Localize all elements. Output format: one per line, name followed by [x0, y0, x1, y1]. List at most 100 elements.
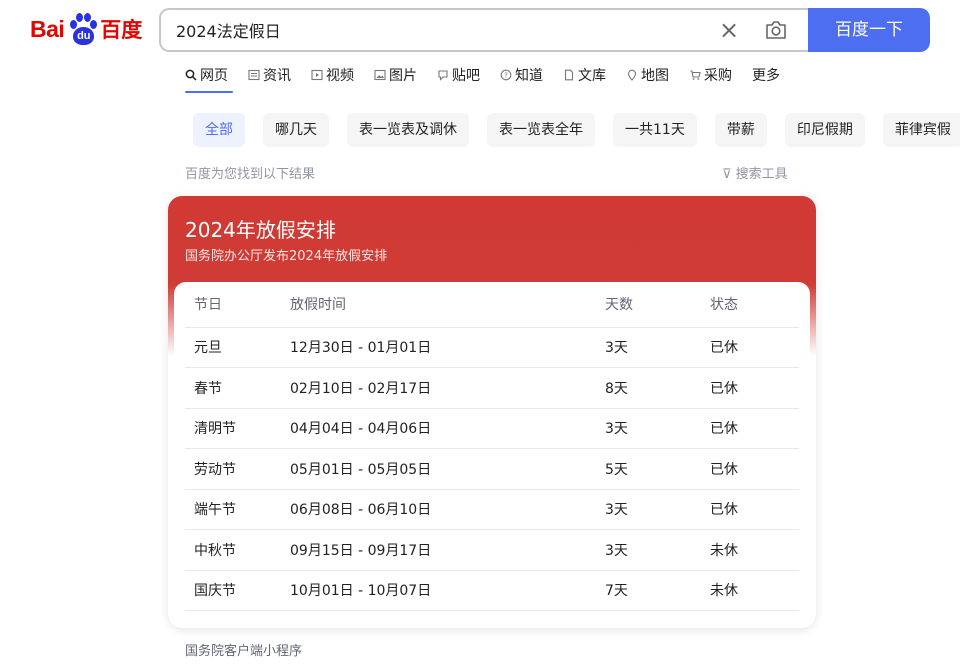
search-button[interactable]: 百度一下 [808, 8, 930, 52]
holiday-status: 未休 [710, 529, 799, 571]
table-row[interactable]: 劳动节 05月01日 - 05月05日 5天 已休 [185, 448, 799, 490]
camera-icon[interactable] [765, 20, 787, 40]
holiday-card: 2024年放假安排 国务院办公厅发布2024年放假安排 节日 放假时间 天数 状… [168, 196, 816, 628]
active-tab-underline [185, 91, 233, 93]
header-holiday: 节日 [185, 282, 290, 328]
holiday-table-wrap: 节日 放假时间 天数 状态 元旦 12月30日 - 01月01日 3天 已休 春节 02月… [174, 282, 810, 622]
tab-label: 知道 [515, 68, 543, 84]
table-row[interactable]: 端午节 06月08日 - 06月10日 3天 已休 [185, 489, 799, 530]
holiday-dates: 02月10日 - 02月17日 [290, 367, 605, 409]
table-header-row: 节日 放假时间 天数 状态 [185, 282, 799, 328]
tab-label: 地图 [641, 68, 669, 84]
news-icon [248, 69, 260, 81]
table-row[interactable]: 国庆节 10月01日 - 10月07日 7天 未休 [185, 570, 799, 611]
holiday-dates: 12月30日 - 01月01日 [290, 327, 605, 368]
search-icon [185, 69, 197, 81]
holiday-name: 中秋节 [185, 529, 290, 571]
tab-9[interactable]: 更多 [752, 64, 780, 86]
tieba-icon [437, 69, 449, 81]
video-icon [311, 69, 323, 81]
filter-chip[interactable]: 表一览表及调休 [347, 113, 469, 147]
source-label[interactable]: 国务院客户端小程序 [185, 640, 302, 659]
holiday-status: 已休 [710, 448, 799, 490]
tab-label: 贴吧 [452, 68, 480, 84]
holiday-status: 已休 [710, 489, 799, 530]
holiday-dates: 06月08日 - 06月10日 [290, 489, 605, 530]
holiday-days: 3天 [605, 529, 710, 571]
tab-label: 资讯 [263, 68, 291, 84]
tab-label: 采购 [704, 68, 732, 84]
header-days: 天数 [605, 282, 710, 328]
clear-icon[interactable]: × [717, 17, 741, 43]
tab-label: 图片 [389, 68, 417, 84]
search-tools-button[interactable]: ⊽ 搜索工具 [722, 163, 788, 182]
holiday-days: 8天 [605, 367, 710, 409]
filter-chips: 全部 哪几天 表一览表及调休 表一览表全年 一共11天 带薪 印尼假期 菲律宾假 [193, 113, 960, 147]
filter-chip[interactable]: 一共11天 [613, 113, 697, 147]
header-status: 状态 [710, 282, 799, 328]
holiday-status: 未休 [710, 570, 799, 611]
holiday-name: 春节 [185, 367, 290, 409]
tab-8[interactable]: 采购 [689, 64, 732, 86]
filter-chip[interactable]: 带薪 [714, 113, 767, 147]
logo-text-baidu: 百度 [100, 18, 143, 42]
svg-text:?: ? [504, 72, 508, 80]
search-tabs: 网页 资讯 视频 图片 贴吧? 知道 文库 地图 采购 更多 [185, 64, 800, 96]
holiday-days: 3天 [605, 408, 710, 449]
holiday-name: 劳动节 [185, 448, 290, 490]
holiday-status: 已休 [710, 367, 799, 409]
tab-0[interactable]: 网页 [185, 64, 228, 86]
header-dates: 放假时间 [290, 282, 605, 328]
holiday-dates: 05月01日 - 05月05日 [290, 448, 605, 490]
search-box: × [159, 8, 809, 52]
table-row[interactable]: 春节 02月10日 - 02月17日 8天 已休 [185, 367, 799, 409]
tab-label: 视频 [326, 68, 354, 84]
result-info: 百度为您找到以下结果 [185, 167, 316, 182]
image-icon [374, 69, 386, 81]
filter-chip[interactable]: 全部 [193, 113, 245, 147]
holiday-table: 节日 放假时间 天数 状态 元旦 12月30日 - 01月01日 3天 已休 春节 02月… [185, 282, 799, 611]
tab-5[interactable]: ? 知道 [500, 64, 543, 86]
holiday-days: 3天 [605, 327, 710, 368]
holiday-status: 已休 [710, 408, 799, 449]
holiday-name: 元旦 [185, 327, 290, 368]
card-title[interactable]: 2024年放假安排 [185, 214, 336, 243]
card-subtitle: 国务院办公厅发布2024年放假安排 [185, 249, 388, 264]
filter-icon: ⊽ [722, 167, 732, 182]
tab-label: 网页 [200, 68, 228, 84]
holiday-dates: 04月04日 - 04月06日 [290, 408, 605, 449]
filter-chip[interactable]: 表一览表全年 [487, 113, 595, 147]
tab-6[interactable]: 文库 [563, 64, 606, 86]
tab-4[interactable]: 贴吧 [437, 64, 480, 86]
table-row[interactable]: 中秋节 09月15日 - 09月17日 3天 未休 [185, 529, 799, 571]
search-tools-label: 搜索工具 [735, 167, 788, 182]
holiday-days: 7天 [605, 570, 710, 611]
tab-2[interactable]: 视频 [311, 64, 354, 86]
filter-chip[interactable]: 哪几天 [263, 113, 329, 147]
cart-icon [689, 69, 701, 81]
tab-label: 更多 [752, 68, 780, 84]
holiday-dates: 09月15日 - 09月17日 [290, 529, 605, 571]
holiday-days: 3天 [605, 489, 710, 530]
tab-label: 文库 [578, 68, 606, 84]
table-row[interactable]: 元旦 12月30日 - 01月01日 3天 已休 [185, 327, 799, 368]
holiday-name: 国庆节 [185, 570, 290, 611]
question-icon: ? [500, 69, 512, 81]
logo-text-du: du [73, 27, 95, 45]
holiday-dates: 10月01日 - 10月07日 [290, 570, 605, 611]
table-row[interactable]: 清明节 04月04日 - 04月06日 3天 已休 [185, 408, 799, 449]
tab-3[interactable]: 图片 [374, 64, 417, 86]
holiday-days: 5天 [605, 448, 710, 490]
paw-icon: du [65, 12, 99, 46]
map-icon [626, 69, 638, 81]
holiday-name: 端午节 [185, 489, 290, 530]
logo-text-bai: Bai [30, 15, 65, 42]
baidu-logo[interactable]: Bai du 百度 [30, 12, 142, 46]
tab-1[interactable]: 资讯 [248, 64, 291, 86]
tab-7[interactable]: 地图 [626, 64, 669, 86]
filter-chip[interactable]: 菲律宾假 [882, 113, 960, 147]
holiday-name: 清明节 [185, 408, 290, 449]
search-input[interactable] [176, 10, 696, 50]
filter-chip[interactable]: 印尼假期 [784, 113, 865, 147]
holiday-status: 已休 [710, 327, 799, 368]
